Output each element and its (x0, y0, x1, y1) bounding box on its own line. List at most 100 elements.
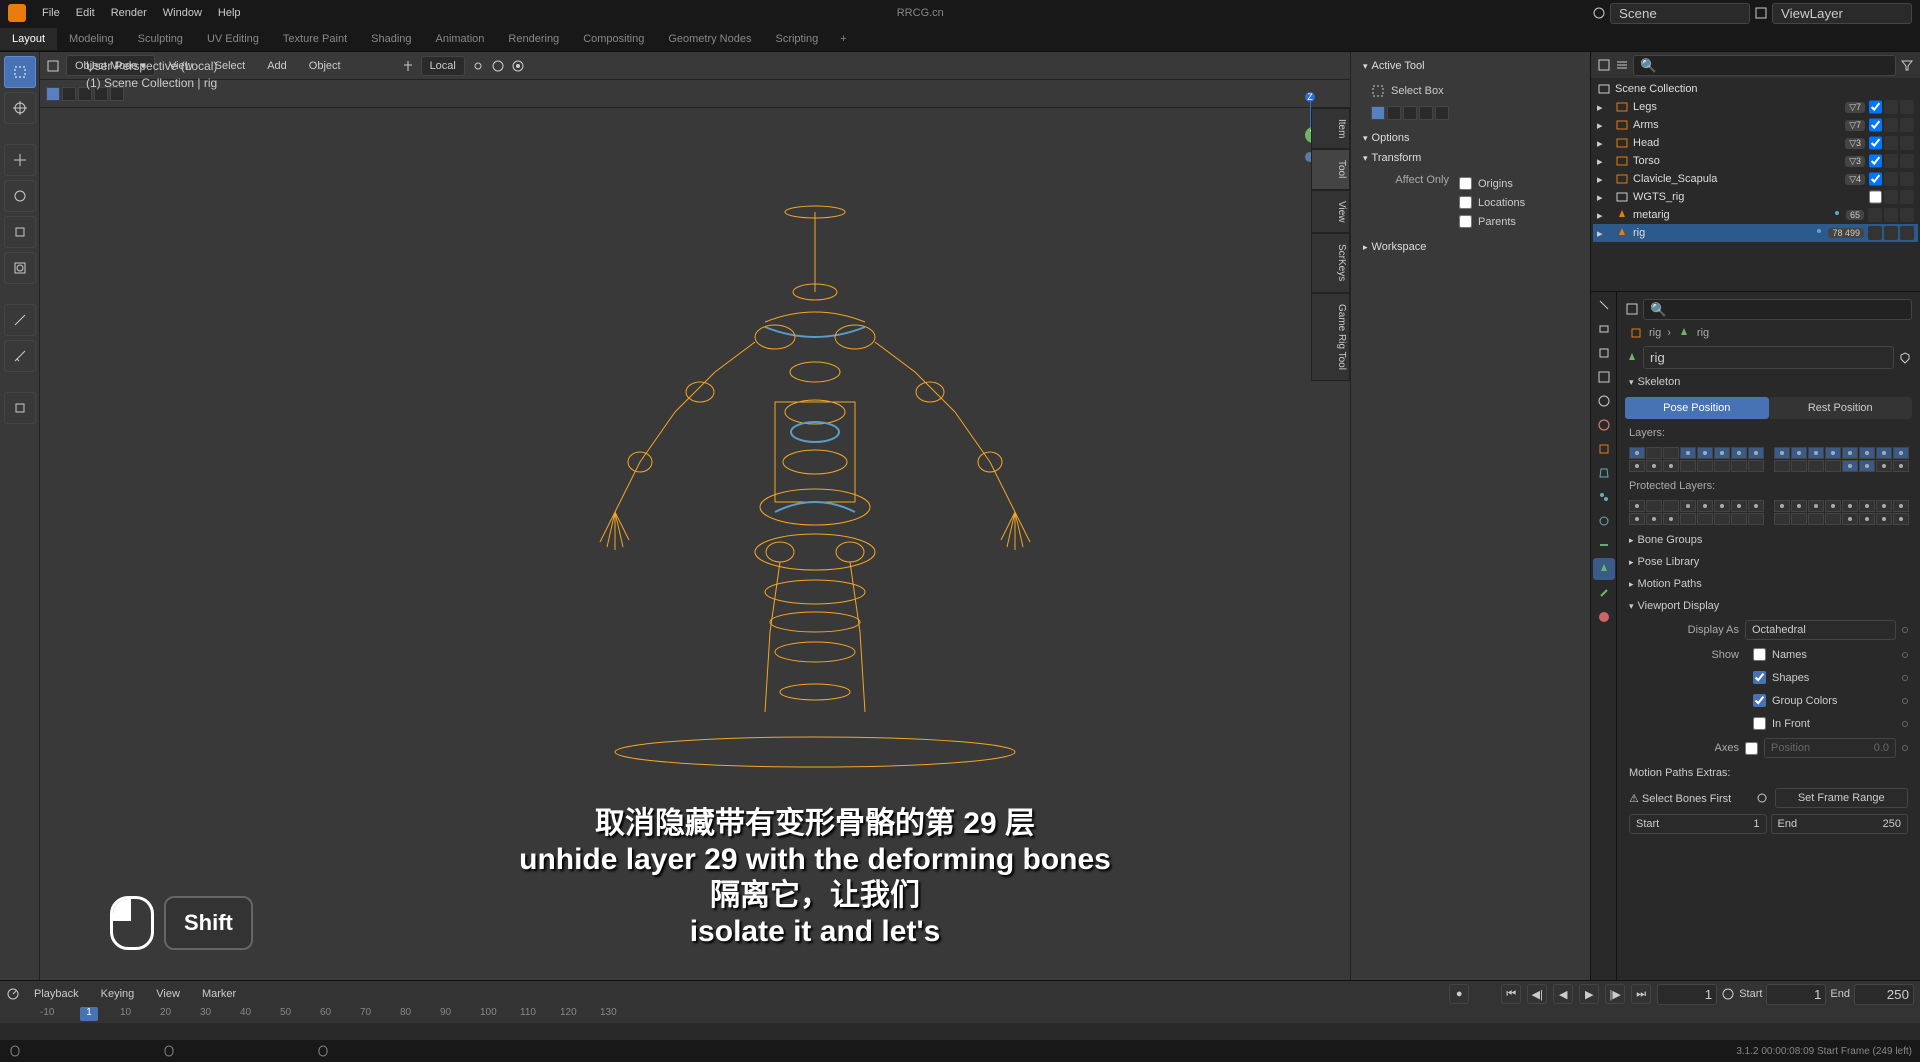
prop-tab-particles[interactable] (1593, 486, 1615, 508)
menu-render[interactable]: Render (103, 3, 155, 23)
keyframe-prev-btn[interactable]: ◀| (1527, 984, 1547, 1004)
arms-enable[interactable] (1869, 118, 1882, 132)
menu-edit[interactable]: Edit (68, 3, 103, 23)
tab-uv-editing[interactable]: UV Editing (195, 28, 271, 50)
tool-transform[interactable] (4, 252, 36, 284)
orientation-icon[interactable] (401, 59, 415, 73)
prop-tab-tool[interactable] (1593, 294, 1615, 316)
tool-add-cube[interactable] (4, 392, 36, 424)
clock-icon[interactable] (1721, 987, 1735, 1001)
tree-legs[interactable]: ▸ Legs ▽7 (1593, 98, 1918, 116)
n-panel-workspace[interactable]: Workspace (1355, 237, 1586, 257)
play-btn[interactable]: ▶ (1579, 984, 1599, 1004)
tree-wgts[interactable]: ▸ WGTS_rig (1593, 188, 1918, 206)
prop-tab-constraints[interactable] (1593, 534, 1615, 556)
tab-animation[interactable]: Animation (424, 28, 497, 50)
outliner-search[interactable] (1633, 55, 1896, 76)
head-enable[interactable] (1869, 136, 1882, 150)
n-panel-transform[interactable]: Transform (1355, 148, 1586, 168)
n-tab-item[interactable]: Item (1311, 108, 1350, 149)
scene-name-input[interactable] (1610, 3, 1750, 24)
locations-checkbox[interactable] (1459, 196, 1472, 209)
protected-layers[interactable] (1621, 496, 1916, 529)
bone-groups-header[interactable]: Bone Groups (1621, 529, 1916, 551)
prop-tab-world[interactable] (1593, 414, 1615, 436)
orientation-dropdown[interactable]: Local (421, 56, 465, 76)
autokey-btn[interactable]: ● (1449, 984, 1469, 1004)
play-reverse-btn[interactable]: ◀ (1553, 984, 1573, 1004)
viewport[interactable]: Object Mode ▾ View Select Add Object Loc… (40, 52, 1590, 980)
header-object[interactable]: Object (301, 57, 349, 75)
menu-help[interactable]: Help (210, 3, 249, 23)
tree-rig[interactable]: ▸ rig 78 499 (1593, 224, 1918, 242)
current-frame-input[interactable] (1657, 984, 1717, 1005)
names-checkbox[interactable] (1753, 648, 1766, 661)
keyframe-next-btn[interactable]: |▶ (1605, 984, 1625, 1004)
tab-geometry-nodes[interactable]: Geometry Nodes (656, 28, 763, 50)
timeline-keying[interactable]: Keying (93, 985, 143, 1003)
armature-layers[interactable] (1621, 443, 1916, 476)
menu-window[interactable]: Window (155, 3, 210, 23)
tool-annotate[interactable] (4, 304, 36, 336)
n-panel-options[interactable]: Options (1355, 128, 1586, 148)
prop-tab-object[interactable] (1593, 438, 1615, 460)
motion-paths-header[interactable]: Motion Paths (1621, 573, 1916, 595)
legs-render-icon[interactable] (1900, 100, 1914, 114)
n-tab-scrkeys[interactable]: ScrKeys (1311, 233, 1350, 292)
shapes-checkbox[interactable] (1753, 671, 1766, 684)
jump-start-btn[interactable]: ⏮ (1501, 984, 1521, 1004)
tree-scene-collection[interactable]: Scene Collection (1593, 80, 1918, 98)
refresh-icon[interactable] (1755, 791, 1769, 805)
prop-tab-viewlayer[interactable] (1593, 366, 1615, 388)
pose-position-btn[interactable]: Pose Position (1625, 397, 1769, 419)
proportional-icon[interactable] (511, 59, 525, 73)
tab-shading[interactable]: Shading (359, 28, 423, 50)
timeline-marker[interactable]: Marker (194, 985, 244, 1003)
legs-vis-icon[interactable] (1884, 100, 1898, 114)
group-colors-checkbox[interactable] (1753, 694, 1766, 707)
blender-logo[interactable] (8, 4, 26, 22)
skeleton-header[interactable]: Skeleton (1621, 371, 1916, 393)
prop-tab-physics[interactable] (1593, 510, 1615, 532)
prop-tab-scene[interactable] (1593, 390, 1615, 412)
wgts-enable[interactable] (1869, 190, 1882, 204)
tool-scale[interactable] (4, 216, 36, 248)
tab-layout[interactable]: Layout (0, 28, 57, 50)
clavicle-enable[interactable] (1869, 172, 1882, 186)
timeline-playback[interactable]: Playback (26, 985, 87, 1003)
axes-checkbox[interactable] (1745, 742, 1758, 755)
properties-search[interactable] (1643, 299, 1912, 320)
jump-end-btn[interactable]: ⏭ (1631, 984, 1651, 1004)
tab-scripting[interactable]: Scripting (763, 28, 830, 50)
menu-file[interactable]: File (34, 3, 68, 23)
prop-tab-output[interactable] (1593, 342, 1615, 364)
prop-tab-data[interactable] (1593, 558, 1615, 580)
position-field[interactable]: Position 0.0 (1764, 738, 1896, 758)
shield-icon[interactable] (1898, 351, 1912, 365)
n-panel-active-tool[interactable]: Active Tool (1355, 56, 1586, 76)
keyframe-dot[interactable] (1902, 627, 1908, 633)
snap-icon[interactable] (491, 59, 505, 73)
armature-name-input[interactable] (1643, 346, 1894, 369)
tab-compositing[interactable]: Compositing (571, 28, 656, 50)
tree-clavicle[interactable]: ▸ Clavicle_Scapula ▽4 (1593, 170, 1918, 188)
mp-start-value[interactable]: 1 (1753, 818, 1759, 830)
viewport-display-header[interactable]: Viewport Display (1621, 595, 1916, 617)
origins-checkbox[interactable] (1459, 177, 1472, 190)
editor-type-icon[interactable] (46, 59, 60, 73)
prop-tab-material[interactable] (1593, 606, 1615, 628)
prop-tab-modifiers[interactable] (1593, 462, 1615, 484)
pose-library-header[interactable]: Pose Library (1621, 551, 1916, 573)
gizmo-z[interactable]: Z (1305, 92, 1315, 102)
prop-tab-render[interactable] (1593, 318, 1615, 340)
n-tab-game-rig[interactable]: Game Rig Tool (1311, 293, 1350, 381)
breadcrumb-rig2[interactable]: rig (1697, 327, 1709, 339)
viewlayer-name-input[interactable] (1772, 3, 1912, 24)
tab-add[interactable]: + (830, 28, 856, 50)
current-frame-marker[interactable]: 1 (80, 1007, 98, 1021)
n-tab-view[interactable]: View (1311, 190, 1350, 234)
in-front-checkbox[interactable] (1753, 717, 1766, 730)
tool-select-box[interactable] (4, 56, 36, 88)
tool-move[interactable] (4, 144, 36, 176)
tool-cursor[interactable] (4, 92, 36, 124)
